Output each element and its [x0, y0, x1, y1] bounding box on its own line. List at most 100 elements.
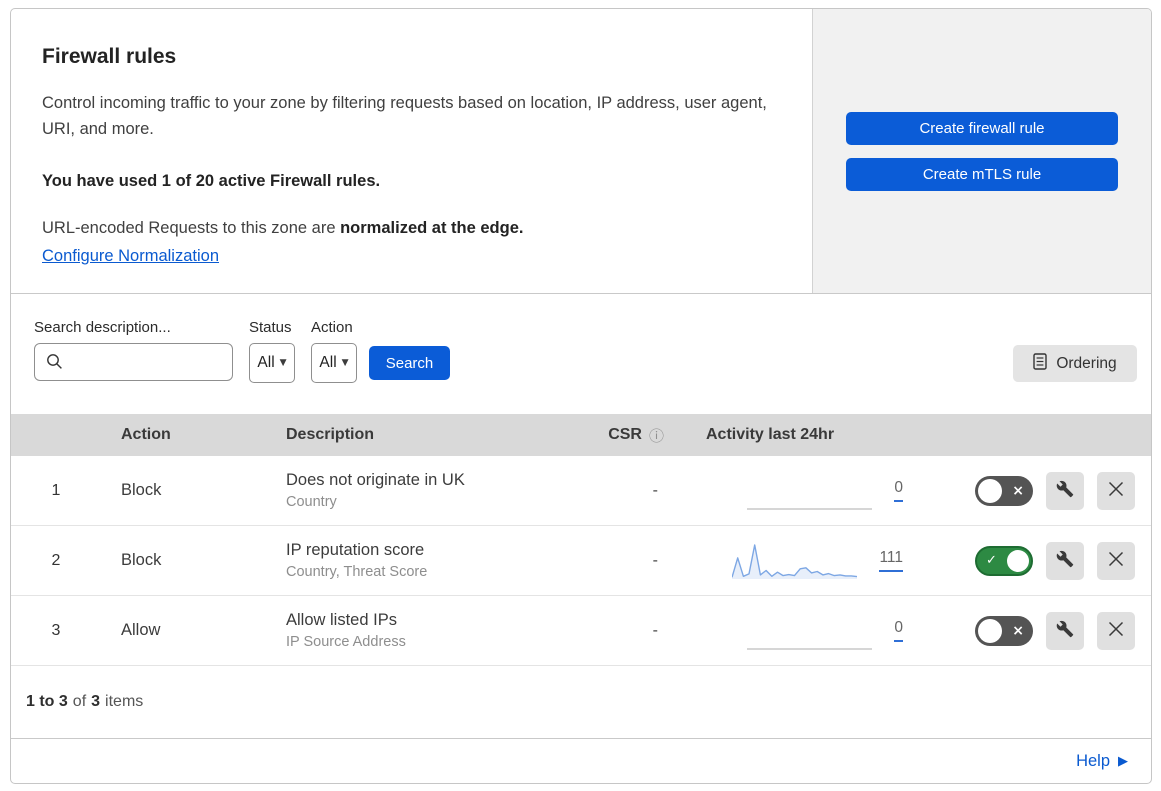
column-header-action: Action: [121, 426, 171, 443]
edit-rule-button[interactable]: [1046, 541, 1084, 580]
close-icon: [1108, 621, 1124, 640]
rule-controls: ✓: [911, 541, 1151, 580]
activity-sparkline: [732, 543, 858, 579]
firewall-rules-card: Firewall rules Control incoming traffic …: [10, 8, 1152, 784]
table-row: 2 Block IP reputation score Country, Thr…: [11, 526, 1151, 596]
rule-controls: ×: [911, 471, 1151, 510]
rule-fields: Country: [286, 494, 337, 510]
table-row: 3 Allow Allow listed IPs IP Source Addre…: [11, 596, 1151, 666]
create-firewall-rule-button[interactable]: Create firewall rule: [846, 111, 1118, 145]
rule-description-cell: IP reputation score Country, Threat Scor…: [276, 541, 582, 580]
wrench-icon: [1056, 550, 1074, 571]
ordering-button-label: Ordering: [1056, 354, 1117, 372]
edit-rule-button[interactable]: [1046, 611, 1084, 650]
close-icon: [1108, 551, 1124, 570]
header-actions-panel: Create firewall rule Create mTLS rule: [812, 9, 1151, 293]
toggle-state-icon: ×: [1012, 622, 1024, 639]
column-header-csr: CSR ⓘ: [608, 425, 672, 446]
help-link[interactable]: Help ▶: [1076, 752, 1128, 771]
rule-priority: 3: [51, 621, 61, 639]
create-mtls-rule-button[interactable]: Create mTLS rule: [846, 157, 1118, 191]
status-dropdown[interactable]: All ▼: [249, 343, 295, 383]
normalization-note-text: URL-encoded Requests to this zone are: [42, 219, 341, 237]
info-icon[interactable]: ⓘ: [649, 425, 664, 446]
search-group: Search description...: [34, 319, 233, 381]
rule-action: Block: [121, 551, 162, 569]
wrench-icon: [1056, 480, 1074, 501]
toggle-knob: [1007, 549, 1029, 572]
search-label: Search description...: [34, 319, 171, 336]
status-filter-group: Status All ▼: [249, 319, 295, 383]
rule-action: Block: [121, 481, 162, 499]
table-row: 1 Block Does not originate in UK Country…: [11, 456, 1151, 526]
rule-description: IP reputation score: [286, 541, 425, 559]
items-range: 1 to 3: [26, 693, 68, 710]
action-dropdown-value: All: [319, 354, 337, 371]
list-icon: [1033, 352, 1048, 375]
items-total: 3: [91, 693, 101, 710]
header-text-block: Firewall rules Control incoming traffic …: [11, 9, 812, 293]
configure-normalization-link[interactable]: Configure Normalization: [42, 247, 219, 266]
action-filter-group: Action All ▼: [311, 319, 357, 383]
close-icon: [1108, 481, 1124, 500]
items-label: items: [105, 693, 144, 710]
arrow-right-icon: ▶: [1118, 754, 1128, 769]
search-input[interactable]: [34, 343, 233, 381]
rule-fields: IP Source Address: [286, 634, 406, 650]
csr-header-label: CSR: [608, 426, 642, 443]
edit-rule-button[interactable]: [1046, 471, 1084, 510]
table-header: Action Description CSR ⓘ Activity last 2…: [11, 414, 1151, 456]
action-dropdown[interactable]: All ▼: [311, 343, 357, 383]
delete-rule-button[interactable]: [1097, 541, 1135, 580]
rule-csr-value: -: [652, 481, 658, 499]
toggle-knob: [978, 478, 1002, 503]
rule-csr-value: -: [652, 551, 658, 569]
rule-fields: Country, Threat Score: [286, 564, 428, 580]
column-header-activity: Activity last 24hr: [706, 426, 835, 443]
activity-count-link[interactable]: 111: [879, 549, 903, 572]
delete-rule-button[interactable]: [1097, 611, 1135, 650]
ordering-button[interactable]: Ordering: [1013, 345, 1137, 382]
rule-enabled-toggle[interactable]: ×: [975, 615, 1033, 646]
rule-controls: ×: [911, 611, 1151, 650]
usage-summary: You have used 1 of 20 active Firewall ru…: [42, 172, 381, 190]
rule-csr-value: -: [652, 621, 658, 639]
header-section: Firewall rules Control incoming traffic …: [11, 9, 1151, 294]
page-description: Control incoming traffic to your zone by…: [42, 94, 767, 138]
normalization-note: URL-encoded Requests to this zone are no…: [42, 219, 772, 238]
rule-description: Allow listed IPs: [286, 611, 397, 629]
search-button[interactable]: Search: [369, 346, 450, 380]
page-title: Firewall rules: [42, 45, 177, 68]
of-label: of: [72, 693, 87, 710]
action-label: Action: [311, 319, 353, 336]
toggle-state-icon: ✓: [986, 552, 997, 568]
rule-action: Allow: [121, 621, 161, 639]
search-field-wrap: [34, 343, 233, 381]
chevron-down-icon: ▼: [341, 358, 349, 368]
status-label: Status: [249, 319, 292, 336]
toggle-state-icon: ×: [1012, 482, 1024, 499]
pagination-summary: 1 to 3 of 3 items: [11, 666, 1151, 739]
help-link-label: Help: [1076, 751, 1110, 770]
rule-activity-cell: 0: [672, 456, 911, 525]
rule-description: Does not originate in UK: [286, 471, 465, 489]
activity-sparkline: [747, 507, 873, 510]
rule-activity-cell: 111: [672, 526, 911, 595]
activity-sparkline: [747, 647, 873, 650]
activity-count-link[interactable]: 0: [894, 479, 903, 502]
rule-description-cell: Allow listed IPs IP Source Address: [276, 611, 582, 650]
activity-count-link[interactable]: 0: [894, 619, 903, 642]
wrench-icon: [1056, 620, 1074, 641]
status-dropdown-value: All: [257, 354, 275, 371]
help-row: Help ▶: [11, 739, 1151, 783]
delete-rule-button[interactable]: [1097, 471, 1135, 510]
rule-enabled-toggle[interactable]: ✓: [975, 545, 1033, 576]
chevron-down-icon: ▼: [279, 358, 287, 368]
normalization-note-bold: normalized at the edge.: [340, 219, 524, 237]
rule-activity-cell: 0: [672, 596, 911, 665]
rule-priority: 1: [51, 481, 61, 499]
filter-bar: Search description... Status All ▼ Actio…: [11, 294, 1151, 414]
column-header-description: Description: [286, 426, 375, 443]
rule-enabled-toggle[interactable]: ×: [975, 475, 1033, 506]
rule-description-cell: Does not originate in UK Country: [276, 471, 582, 510]
